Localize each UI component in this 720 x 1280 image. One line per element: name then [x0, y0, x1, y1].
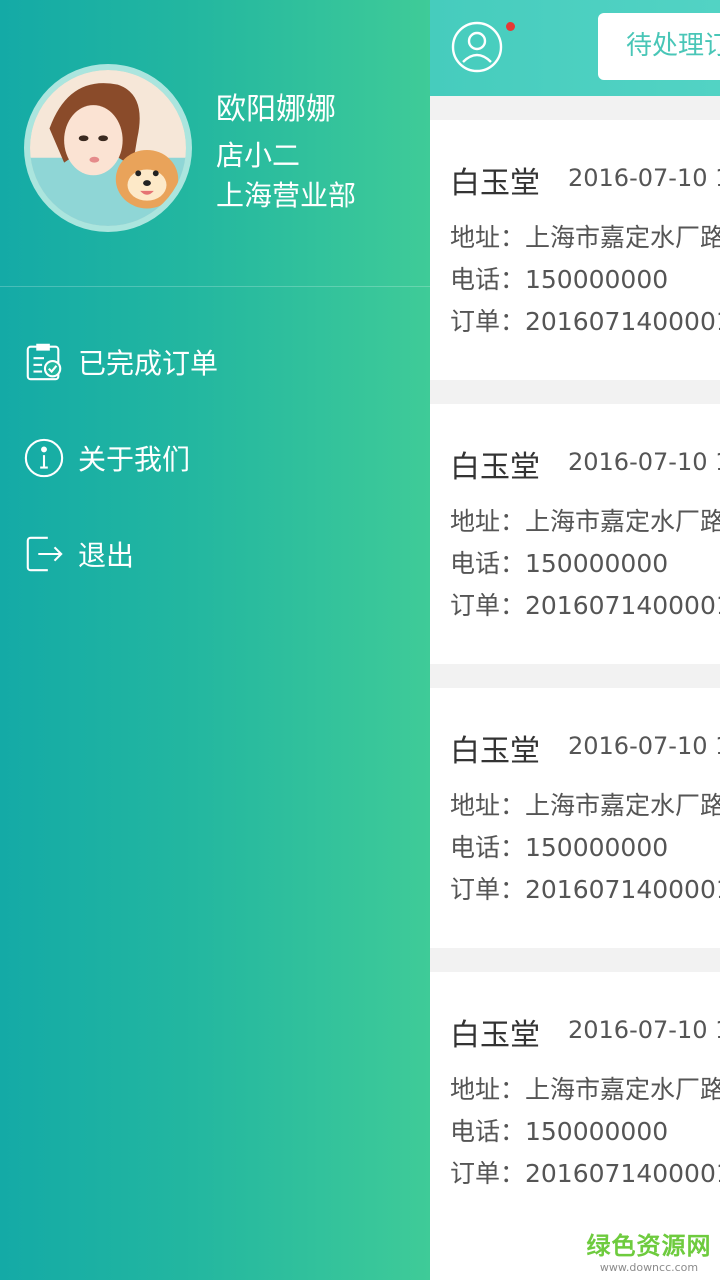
- order-address: 地址：上海市嘉定水厂路: [450, 223, 720, 252]
- order-time: 2016-07-10 1: [568, 164, 720, 192]
- profile-role: 店小二: [216, 139, 301, 172]
- menu-label-about-us: 关于我们: [78, 443, 191, 476]
- app-header: 待处理订: [430, 0, 720, 96]
- order-card[interactable]: 白玉堂 2016-07-10 1 地址：上海市嘉定水厂路 电话：15000000…: [430, 688, 720, 948]
- main-content: 待处理订 白玉堂 2016-07-10 1 地址：上海市嘉定水厂路 电话：150…: [430, 0, 720, 1280]
- profile-department: 上海营业部: [216, 179, 357, 212]
- watermark: 绿色资源网 www.downcc.com: [584, 1226, 714, 1274]
- order-address: 地址：上海市嘉定水厂路: [450, 507, 720, 536]
- profile-section: 欧阳娜娜 店小二 上海营业部: [0, 0, 430, 287]
- order-number: 订单：2016071400001: [450, 591, 720, 620]
- order-number: 订单：2016071400001: [450, 875, 720, 904]
- notification-dot: [506, 22, 515, 31]
- menu-label-logout: 退出: [78, 539, 135, 572]
- order-phone: 电话：150000000: [450, 549, 669, 578]
- watermark-url: www.downcc.com: [599, 1261, 699, 1274]
- avatar[interactable]: [24, 64, 192, 232]
- menu-item-logout[interactable]: 退出: [0, 514, 430, 594]
- avatar-illustration: [30, 70, 186, 226]
- user-icon[interactable]: [450, 20, 504, 74]
- order-time: 2016-07-10 1: [568, 732, 720, 760]
- watermark-name: 绿色资源网: [586, 1232, 712, 1260]
- order-number: 订单：2016071400001: [450, 307, 720, 336]
- info-icon: [22, 436, 66, 480]
- menu-label-completed-orders: 已完成订单: [78, 347, 219, 380]
- order-title: 白玉堂: [450, 450, 540, 485]
- order-card[interactable]: 白玉堂 2016-07-10 1 地址：上海市嘉定水厂路 电话：15000000…: [430, 120, 720, 380]
- order-time: 2016-07-10 1: [568, 1016, 720, 1044]
- order-phone: 电话：150000000: [450, 833, 669, 862]
- menu-item-about-us[interactable]: 关于我们: [0, 418, 430, 498]
- order-card[interactable]: 白玉堂 2016-07-10 1 地址：上海市嘉定水厂路 电话：15000000…: [430, 404, 720, 664]
- profile-name: 欧阳娜娜: [216, 92, 336, 127]
- logout-icon: [22, 532, 66, 576]
- clipboard-check-icon: [22, 340, 66, 384]
- tab-pending[interactable]: 待处理订: [598, 13, 720, 80]
- order-title: 白玉堂: [450, 734, 540, 769]
- order-address: 地址：上海市嘉定水厂路: [450, 791, 720, 820]
- menu-item-completed-orders[interactable]: 已完成订单: [0, 322, 430, 402]
- order-number: 订单：2016071400001: [450, 1159, 720, 1188]
- order-phone: 电话：150000000: [450, 265, 669, 294]
- order-title: 白玉堂: [450, 166, 540, 201]
- order-address: 地址：上海市嘉定水厂路: [450, 1075, 720, 1104]
- order-time: 2016-07-10 1: [568, 448, 720, 476]
- order-title: 白玉堂: [450, 1018, 540, 1053]
- order-phone: 电话：150000000: [450, 1117, 669, 1146]
- navigation-drawer: 欧阳娜娜 店小二 上海营业部 已完成订单 关于我们 退出: [0, 0, 430, 1280]
